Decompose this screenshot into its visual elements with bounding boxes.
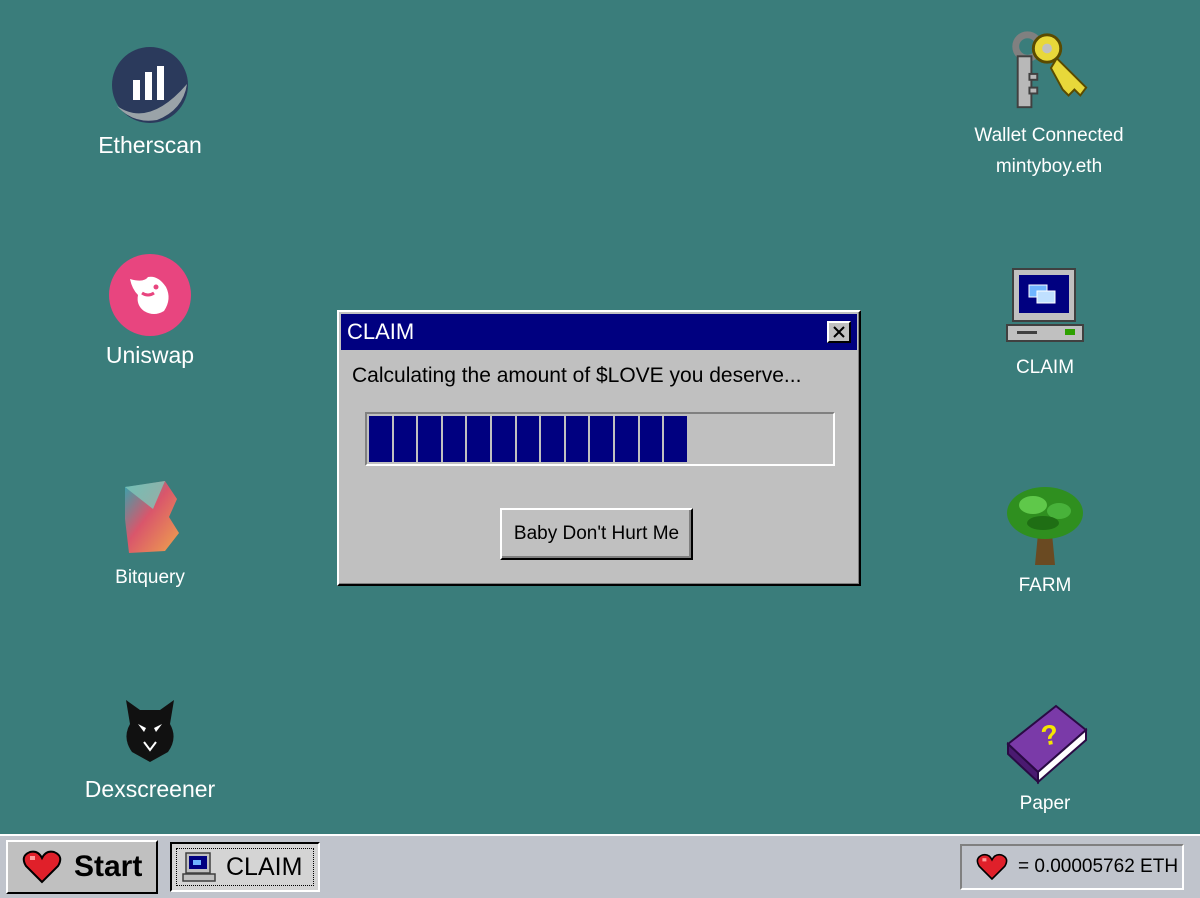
wallet-ens-label: mintyboy.eth — [995, 156, 1103, 177]
progress-block — [639, 416, 663, 462]
start-label: Start — [74, 850, 143, 883]
icon-label: Bitquery — [115, 567, 185, 588]
progress-block — [664, 416, 687, 462]
icon-label: Dexscreener — [84, 776, 216, 802]
eth-balance: = 0.00005762 ETH — [1018, 856, 1179, 877]
desktop-icon-bitquery[interactable]: Bitquery — [85, 472, 215, 593]
close-icon — [833, 326, 845, 338]
desktop-icon-etherscan[interactable]: Etherscan — [85, 40, 215, 160]
system-tray: = 0.00005762 ETH — [960, 844, 1184, 890]
taskbar-item-claim[interactable]: CLAIM — [170, 842, 320, 892]
dialog-message: Calculating the amount of $LOVE you dese… — [352, 364, 802, 387]
dexscreener-icon — [105, 684, 195, 774]
taskbar: Start CLAIM = 0.00005762 ETH — [0, 834, 1200, 898]
desktop-icon-paper[interactable]: ? Paper — [980, 698, 1110, 819]
progress-block — [491, 416, 515, 462]
dialog-action-button[interactable]: Baby Don't Hurt Me — [500, 508, 693, 560]
start-button[interactable]: Start — [6, 840, 158, 894]
progress-block — [442, 416, 466, 462]
tree-icon — [1000, 480, 1090, 570]
help-book-icon: ? — [1000, 698, 1090, 788]
progress-block — [590, 416, 613, 462]
icon-label: Paper — [1019, 793, 1071, 814]
desktop-icon-uniswap[interactable]: Uniswap — [85, 250, 215, 370]
dialog-title: CLAIM — [347, 319, 415, 344]
progress-block — [467, 416, 490, 462]
uniswap-icon — [105, 250, 195, 340]
desktop-icon-dexscreener[interactable]: Dexscreener — [70, 684, 230, 804]
claim-dialog: CLAIM Calculating the amount of $LOVE yo… — [337, 310, 861, 586]
keys-icon — [1004, 20, 1094, 120]
progress-block — [418, 416, 441, 462]
progress-block — [541, 416, 564, 462]
desktop-icon-claim[interactable]: CLAIM — [980, 262, 1110, 383]
focus-outline — [176, 848, 314, 886]
icon-label: Etherscan — [98, 132, 202, 158]
icon-label: FARM — [1018, 575, 1072, 596]
bitquery-icon — [105, 472, 195, 562]
etherscan-icon — [105, 40, 195, 130]
dialog-titlebar[interactable]: CLAIM — [341, 314, 857, 350]
icon-label: Uniswap — [105, 342, 195, 368]
progress-block — [565, 416, 589, 462]
heart-icon — [22, 850, 62, 884]
computer-icon — [1000, 262, 1090, 352]
close-button[interactable] — [827, 321, 851, 343]
heart-icon — [976, 853, 1008, 881]
wallet-status-label: Wallet Connected — [974, 125, 1124, 146]
progress-block — [614, 416, 638, 462]
progress-block — [369, 416, 392, 462]
icon-label: CLAIM — [1015, 357, 1075, 378]
progress-block — [516, 416, 540, 462]
progress-fill — [369, 416, 831, 462]
progress-bar — [365, 412, 835, 466]
desktop-icon-wallet[interactable]: Wallet Connected mintyboy.eth — [960, 20, 1138, 182]
desktop-icon-farm[interactable]: FARM — [980, 480, 1110, 601]
progress-block — [393, 416, 417, 462]
